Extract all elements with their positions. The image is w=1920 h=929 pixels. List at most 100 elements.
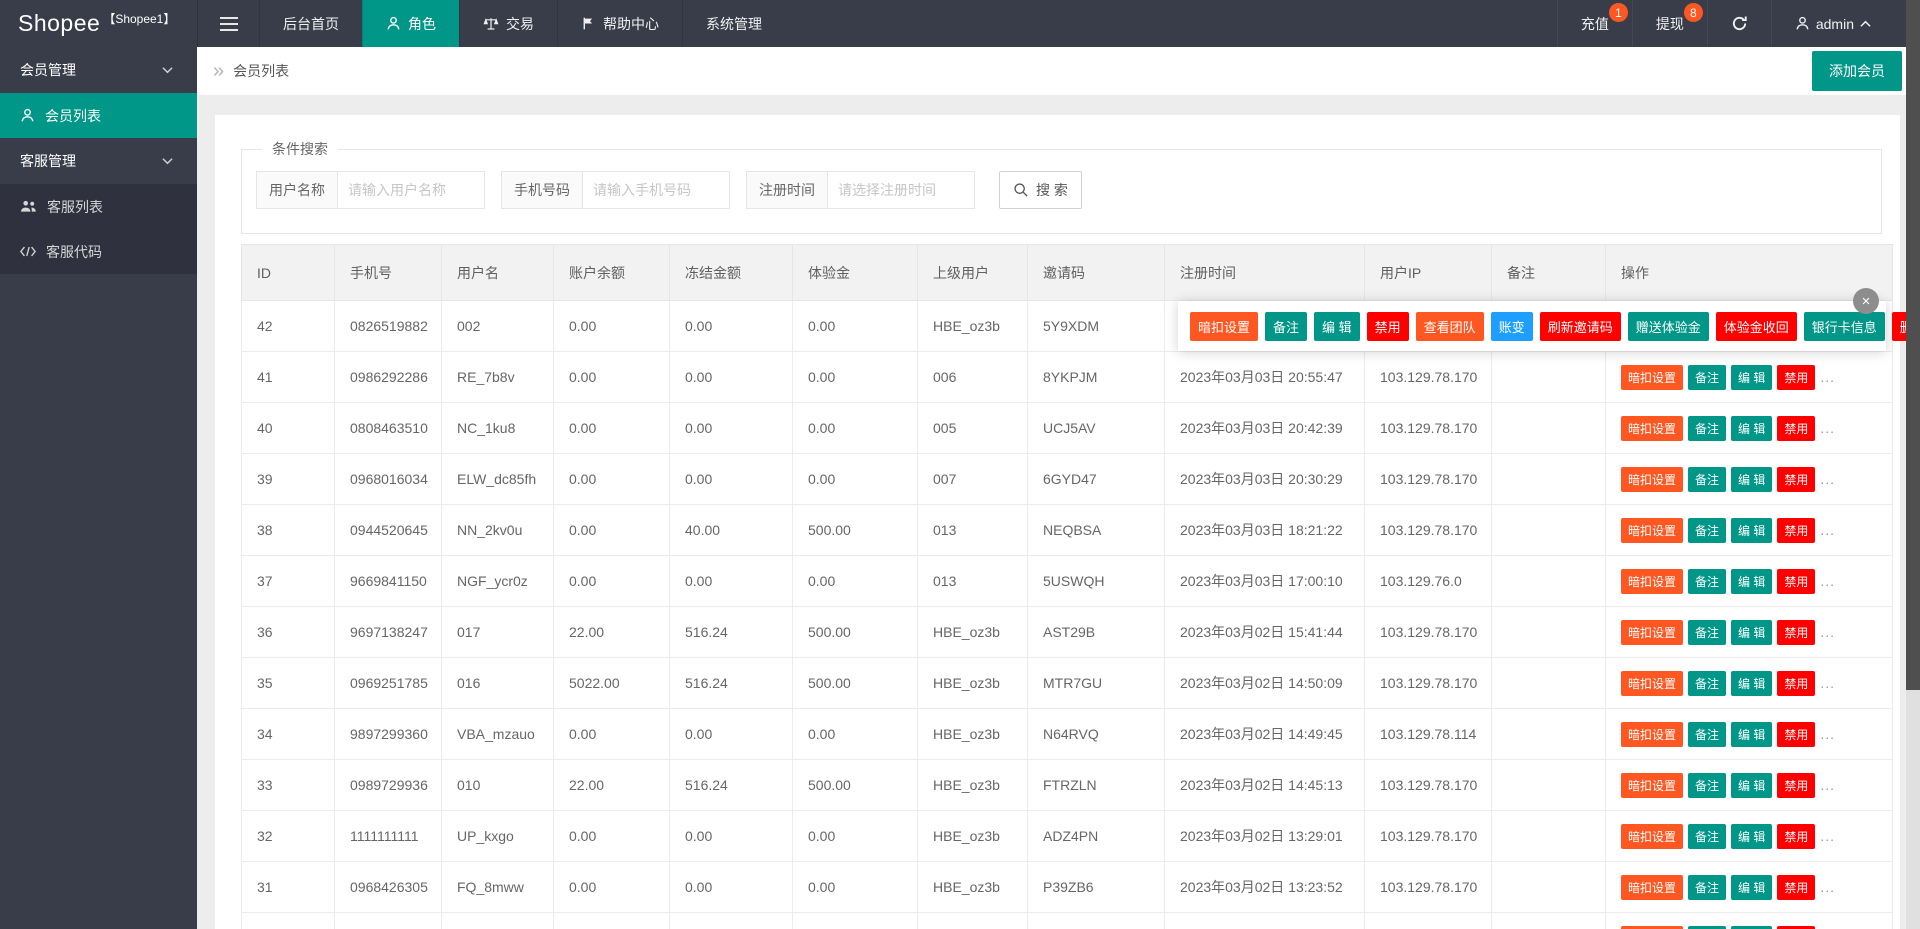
sidebar-item[interactable]: 客服代码 <box>0 229 197 274</box>
action-button[interactable]: 编 辑 <box>1731 925 1773 929</box>
action-button[interactable]: 编 辑 <box>1731 874 1773 900</box>
action-button[interactable]: 编 辑 <box>1731 364 1773 390</box>
more-actions[interactable]: ... <box>1820 624 1835 640</box>
refresh-button[interactable] <box>1706 0 1771 47</box>
action-button[interactable]: 禁用 <box>1777 466 1816 492</box>
more-actions[interactable]: ... <box>1820 675 1835 691</box>
more-actions[interactable]: ... <box>1820 369 1835 385</box>
cell-remark <box>1491 555 1606 607</box>
search-field-input[interactable] <box>338 171 485 209</box>
table-row: 30098765432101122.00516.241,000.00HBE_oz… <box>241 912 1893 929</box>
action-button[interactable]: 暗扣设置 <box>1621 925 1684 929</box>
action-button[interactable]: 暗扣设置 <box>1621 415 1684 441</box>
action-button[interactable]: 刷新邀请码 <box>1539 311 1621 341</box>
action-button[interactable]: 备注 <box>1688 670 1727 696</box>
scrollbar-thumb[interactable] <box>1906 0 1920 690</box>
action-button[interactable]: 体验金收回 <box>1715 311 1797 341</box>
action-button[interactable]: 禁用 <box>1777 823 1816 849</box>
more-actions[interactable]: ... <box>1820 522 1835 538</box>
action-button[interactable]: 备注 <box>1688 772 1727 798</box>
action-button[interactable]: 备注 <box>1688 874 1727 900</box>
action-button[interactable]: 编 辑 <box>1731 670 1773 696</box>
search-field-input[interactable] <box>828 171 975 209</box>
action-button[interactable]: 账变 <box>1490 311 1533 341</box>
action-button[interactable]: 备注 <box>1688 925 1727 929</box>
action-button[interactable]: 暗扣设置 <box>1621 874 1684 900</box>
nav-item[interactable]: 系统管理 <box>682 0 785 47</box>
recharge-button[interactable]: 充值 1 <box>1556 0 1632 47</box>
action-button[interactable]: 备注 <box>1688 364 1727 390</box>
cell-username: RE_7b8v <box>441 351 554 403</box>
action-button[interactable]: 暗扣设置 <box>1621 568 1684 594</box>
action-button[interactable]: 暗扣设置 <box>1621 619 1684 645</box>
search-button[interactable]: 搜 索 <box>999 171 1082 209</box>
sidebar-item[interactable]: 会员列表 <box>0 93 197 138</box>
action-button[interactable]: 暗扣设置 <box>1190 311 1259 341</box>
action-button[interactable]: 编 辑 <box>1731 772 1773 798</box>
action-button[interactable]: 禁用 <box>1777 364 1816 390</box>
nav-item[interactable]: 帮助中心 <box>557 0 682 47</box>
action-button[interactable]: 编 辑 <box>1731 415 1773 441</box>
action-button[interactable]: 赠送体验金 <box>1627 311 1709 341</box>
action-button[interactable]: 禁用 <box>1777 517 1816 543</box>
action-button[interactable]: 编 辑 <box>1731 466 1773 492</box>
action-button[interactable]: 编 辑 <box>1731 619 1773 645</box>
action-button[interactable]: 暗扣设置 <box>1621 670 1684 696</box>
popup-close-button[interactable]: × <box>1853 288 1879 314</box>
action-button[interactable]: 暗扣设置 <box>1621 823 1684 849</box>
menu-toggle-button[interactable] <box>197 0 259 47</box>
more-actions[interactable]: ... <box>1820 420 1835 436</box>
action-button[interactable]: 禁用 <box>1777 415 1816 441</box>
action-button[interactable]: 禁用 <box>1777 874 1816 900</box>
action-button[interactable]: 备注 <box>1688 415 1727 441</box>
action-button[interactable]: 暗扣设置 <box>1621 364 1684 390</box>
action-button[interactable]: 查看团队 <box>1415 311 1484 341</box>
cell-time: 2023年03月02日 14:50:09 <box>1164 657 1365 709</box>
action-button[interactable]: 备注 <box>1688 466 1727 492</box>
action-button[interactable]: 编 辑 <box>1314 311 1360 341</box>
nav-item[interactable]: 后台首页 <box>259 0 362 47</box>
popup-buttons: 暗扣设置备注编 辑禁用查看团队账变刷新邀请码赠送体验金体验金收回银行卡信息删除 <box>1190 311 1906 341</box>
action-button[interactable]: 禁用 <box>1777 721 1816 747</box>
action-button[interactable]: 禁用 <box>1777 619 1816 645</box>
action-button[interactable]: 暗扣设置 <box>1621 517 1684 543</box>
action-button[interactable]: 备注 <box>1688 721 1727 747</box>
more-actions[interactable]: ... <box>1820 879 1835 895</box>
action-button[interactable]: 备注 <box>1688 517 1727 543</box>
page-scrollbar[interactable] <box>1906 0 1920 929</box>
cell-invite: 6GYD47 <box>1027 453 1165 505</box>
add-member-button[interactable]: 添加会员 <box>1812 51 1902 91</box>
more-actions[interactable]: ... <box>1820 828 1835 844</box>
more-actions[interactable]: ... <box>1820 726 1835 742</box>
action-button[interactable]: 编 辑 <box>1731 823 1773 849</box>
sidebar-item[interactable]: 客服列表 <box>0 184 197 229</box>
action-button[interactable]: 银行卡信息 <box>1803 311 1885 341</box>
nav-item[interactable]: 交易 <box>459 0 557 47</box>
action-button[interactable]: 禁用 <box>1777 772 1816 798</box>
action-button[interactable]: 禁用 <box>1777 670 1816 696</box>
action-button[interactable]: 暗扣设置 <box>1621 466 1684 492</box>
action-button[interactable]: 备注 <box>1688 568 1727 594</box>
user-menu[interactable]: admin <box>1770 0 1894 47</box>
withdraw-button[interactable]: 提现 8 <box>1631 0 1707 47</box>
action-button[interactable]: 编 辑 <box>1731 568 1773 594</box>
action-button[interactable]: 禁用 <box>1777 568 1816 594</box>
action-button[interactable]: 编 辑 <box>1731 517 1773 543</box>
action-button[interactable]: 删除 <box>1891 311 1906 341</box>
action-button[interactable]: 禁用 <box>1777 925 1816 929</box>
action-button[interactable]: 暗扣设置 <box>1621 721 1684 747</box>
action-button[interactable]: 禁用 <box>1366 311 1409 341</box>
more-actions[interactable]: ... <box>1820 471 1835 487</box>
action-button[interactable]: 编 辑 <box>1731 721 1773 747</box>
sidebar-group[interactable]: 客服管理 <box>0 138 197 184</box>
search-field-input[interactable] <box>583 171 730 209</box>
more-actions[interactable]: ... <box>1820 777 1835 793</box>
sidebar-group[interactable]: 会员管理 <box>0 47 197 93</box>
action-button[interactable]: 备注 <box>1688 619 1727 645</box>
user-icon <box>1795 16 1810 31</box>
nav-item[interactable]: 角色 <box>362 0 459 47</box>
more-actions[interactable]: ... <box>1820 573 1835 589</box>
action-button[interactable]: 备注 <box>1688 823 1727 849</box>
action-button[interactable]: 备注 <box>1265 311 1308 341</box>
action-button[interactable]: 暗扣设置 <box>1621 772 1684 798</box>
